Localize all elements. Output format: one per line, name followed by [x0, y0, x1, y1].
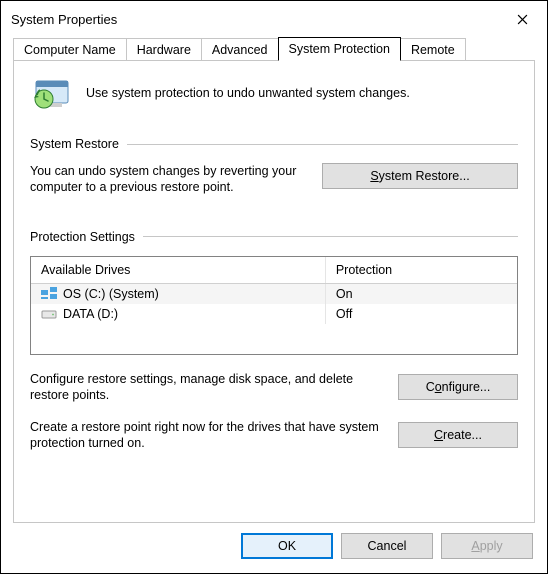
intro-row: Use system protection to undo unwanted s… — [30, 73, 518, 113]
divider — [143, 236, 518, 237]
configure-button[interactable]: Configure... — [398, 374, 518, 400]
create-description: Create a restore point right now for the… — [30, 419, 386, 452]
window-title: System Properties — [11, 12, 117, 27]
system-protection-icon — [30, 73, 74, 113]
intro-text: Use system protection to undo unwanted s… — [86, 86, 410, 100]
tab-strip: Computer Name Hardware Advanced System P… — [13, 37, 535, 61]
system-restore-button-rest: ystem Restore... — [379, 169, 470, 183]
system-properties-window: System Properties Computer Name Hardware… — [0, 0, 548, 574]
cancel-button[interactable]: Cancel — [341, 533, 433, 559]
col-header-protection[interactable]: Protection — [326, 257, 517, 283]
tab-remote[interactable]: Remote — [400, 38, 466, 61]
table-row[interactable]: DATA (D:) Off — [31, 304, 517, 324]
section-heading-settings: Protection Settings — [30, 230, 518, 244]
close-button[interactable] — [505, 7, 539, 31]
configure-description: Configure restore settings, manage disk … — [30, 371, 386, 404]
table-empty-area — [31, 324, 517, 354]
section-heading-restore: System Restore — [30, 137, 518, 151]
system-drive-icon — [41, 287, 57, 301]
drive-protection: On — [326, 284, 517, 304]
table-header: Available Drives Protection — [31, 257, 517, 284]
configure-row: Configure restore settings, manage disk … — [30, 371, 518, 404]
titlebar: System Properties — [1, 1, 547, 37]
divider — [127, 144, 518, 145]
drive-name: DATA (D:) — [63, 307, 118, 321]
create-button[interactable]: Create... — [398, 422, 518, 448]
col-header-drives[interactable]: Available Drives — [31, 257, 326, 283]
close-icon — [517, 14, 528, 25]
settings-heading-label: Protection Settings — [30, 230, 135, 244]
drive-protection: Off — [326, 304, 517, 324]
drives-table: Available Drives Protection OS (C:) (Sys… — [30, 256, 518, 355]
tab-hardware[interactable]: Hardware — [126, 38, 202, 61]
dialog-footer: OK Cancel Apply — [1, 523, 547, 573]
section-system-restore: System Restore You can undo system chang… — [30, 137, 518, 196]
create-row: Create a restore point right now for the… — [30, 419, 518, 452]
tab-advanced[interactable]: Advanced — [201, 38, 279, 61]
section-protection-settings: Protection Settings Available Drives Pro… — [30, 230, 518, 452]
table-row[interactable]: OS (C:) (System) On — [31, 284, 517, 304]
tab-system-protection[interactable]: System Protection — [278, 37, 401, 61]
hard-drive-icon — [41, 307, 57, 321]
ok-button[interactable]: OK — [241, 533, 333, 559]
restore-heading-label: System Restore — [30, 137, 119, 151]
system-restore-button[interactable]: System Restore... — [322, 163, 518, 189]
tab-panel: Use system protection to undo unwanted s… — [13, 60, 535, 523]
tab-computer-name[interactable]: Computer Name — [13, 38, 127, 61]
drive-name: OS (C:) (System) — [63, 287, 159, 301]
apply-button[interactable]: Apply — [441, 533, 533, 559]
restore-description: You can undo system changes by reverting… — [30, 163, 310, 196]
